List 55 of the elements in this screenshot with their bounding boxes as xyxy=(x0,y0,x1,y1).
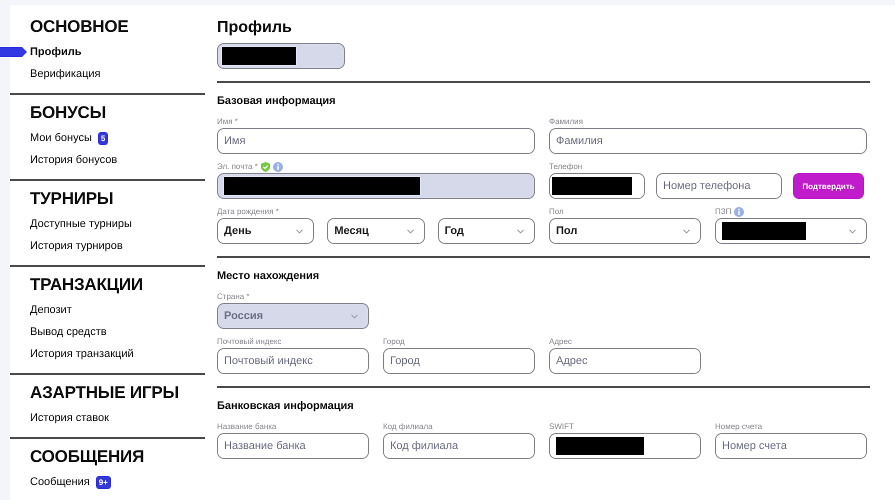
field-label: Дата рождения * xyxy=(217,207,279,216)
field-label: Имя * xyxy=(217,117,238,126)
input-field[interactable]: Адрес xyxy=(549,348,701,374)
sidebar-item[interactable]: Доступные турниры xyxy=(30,218,132,230)
input-field[interactable]: Фамилия xyxy=(549,128,867,154)
field-label: SWIFT xyxy=(549,422,574,431)
sidebar-heading: ТУРНИРЫ xyxy=(30,189,114,209)
field-label: Почтовый индекс xyxy=(217,337,282,346)
section-title: Базовая информация xyxy=(217,95,337,107)
sidebar-heading: АЗАРТНЫЕ ИГРЫ xyxy=(30,383,180,403)
sidebar-item[interactable]: История турниров xyxy=(30,240,123,252)
select-field[interactable] xyxy=(549,173,645,199)
page-title: Профиль xyxy=(217,19,293,37)
select-field[interactable]: Пол xyxy=(549,218,701,244)
field-label: Город xyxy=(383,337,405,346)
field-label: Пол xyxy=(549,207,564,216)
input-field[interactable]: Номер счета xyxy=(715,433,867,459)
field-label: Страна * xyxy=(217,292,250,301)
sidebar-heading: ТРАНЗАКЦИИ xyxy=(30,275,144,295)
count-badge: 5 xyxy=(98,132,108,144)
sidebar-item[interactable]: Верификация xyxy=(30,68,100,80)
field-label: Телефон xyxy=(549,162,582,171)
field-label: Номер счета xyxy=(715,422,762,431)
input-field[interactable]: Номер телефона xyxy=(656,173,782,199)
sidebar-heading: СООБЩЕНИЯ xyxy=(30,447,146,467)
sidebar-item[interactable]: История транзакций xyxy=(30,348,134,360)
input-field[interactable]: Почтовый индекс xyxy=(217,348,369,374)
field-label: Эл. почта * xyxy=(217,162,258,171)
sidebar-item[interactable]: История ставок xyxy=(30,412,109,424)
sidebar-item[interactable]: Вывод средств xyxy=(30,326,107,338)
input-field[interactable]: Название банка xyxy=(217,433,369,459)
sidebar-item[interactable]: Профиль xyxy=(30,46,82,58)
field-label: ПЗП xyxy=(715,207,732,216)
input-field[interactable]: Имя xyxy=(217,128,535,154)
select-field[interactable]: Месяц xyxy=(327,218,425,244)
select-field[interactable]: День xyxy=(217,218,314,244)
field-label: Адрес xyxy=(549,337,572,346)
field-label: Название банка xyxy=(217,422,276,431)
input-field[interactable]: Город xyxy=(383,348,535,374)
sidebar-heading: ОСНОВНОЕ xyxy=(30,17,130,37)
count-badge: 9+ xyxy=(96,476,111,488)
input-field[interactable]: Код филиала xyxy=(383,433,535,459)
sidebar-item[interactable]: Сообщения xyxy=(30,476,90,488)
sidebar-item[interactable]: Мои бонусы xyxy=(30,132,92,144)
confirm-button[interactable]: Подтвердить xyxy=(793,173,864,199)
section-title: Место нахождения xyxy=(217,270,320,282)
sidebar-item[interactable]: Депозит xyxy=(30,304,72,316)
field-label: Код филиала xyxy=(383,422,433,431)
section-title: Банковская информация xyxy=(217,400,355,412)
field-label: Фамилия xyxy=(549,117,583,126)
select-field[interactable]: Год xyxy=(438,218,535,244)
sidebar-item[interactable]: История бонусов xyxy=(30,154,118,166)
input-field[interactable] xyxy=(549,433,701,459)
sidebar-heading: БОНУСЫ xyxy=(30,103,108,123)
select-field[interactable] xyxy=(715,218,867,244)
